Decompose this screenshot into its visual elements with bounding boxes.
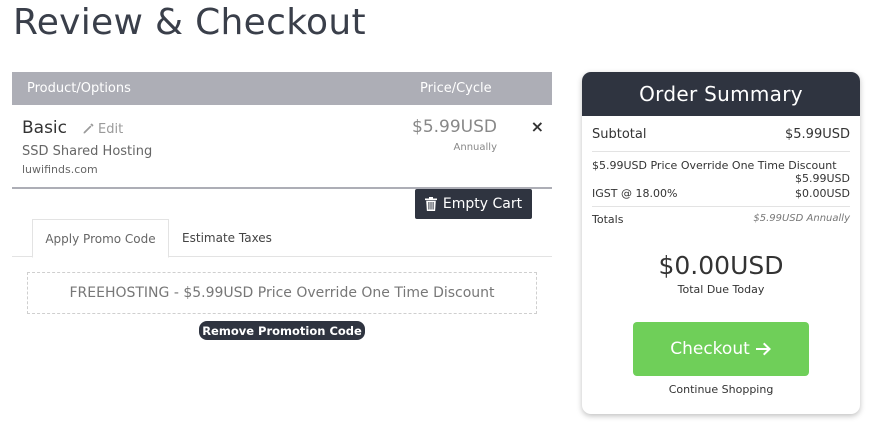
cart-item-row: Basic Edit SSD Shared Hosting luwifinds.… <box>12 105 552 189</box>
trash-icon <box>424 197 437 211</box>
tax-row: IGST @ 18.00% $0.00USD <box>592 185 850 207</box>
applied-promo-code: FREEHOSTING - $5.99USD Price Override On… <box>27 272 537 314</box>
remove-promotion-code-button[interactable]: Remove Promotion Code <box>199 321 365 340</box>
product-name: Basic <box>22 118 68 138</box>
edit-link[interactable]: Edit <box>82 122 123 137</box>
arrow-right-icon <box>755 342 771 356</box>
total-due-label: Total Due Today <box>677 283 765 296</box>
tab-apply-promo-code[interactable]: Apply Promo Code <box>32 219 169 258</box>
total-due-amount: $0.00USD <box>658 251 784 280</box>
product-group: SSD Shared Hosting <box>22 144 153 159</box>
checkout-button[interactable]: Checkout <box>633 322 809 376</box>
tax-label: IGST @ 18.00% <box>592 187 678 200</box>
subtotal-value: $5.99USD <box>785 127 850 142</box>
page-title: Review & Checkout <box>13 2 366 43</box>
promo-tax-tabs: Apply Promo Code Estimate Taxes <box>12 219 552 258</box>
totals-value: $5.99USD Annually <box>753 213 850 224</box>
column-header-product: Product/Options <box>27 81 131 96</box>
column-header-price: Price/Cycle <box>420 81 492 96</box>
tax-value: $0.00USD <box>795 187 850 200</box>
tab-estimate-taxes[interactable]: Estimate Taxes <box>177 219 277 256</box>
totals-row: Totals $5.99USD Annually <box>592 207 850 226</box>
empty-cart-label: Empty Cart <box>442 196 523 212</box>
empty-cart-button[interactable]: Empty Cart <box>415 189 532 219</box>
discount-value: $5.99USD <box>795 172 850 185</box>
discount-label: $5.99USD Price Override One Time Discoun… <box>592 159 837 172</box>
continue-shopping-link[interactable]: Continue Shopping <box>592 383 850 396</box>
cart-table-header: Product/Options Price/Cycle <box>12 72 552 105</box>
subtotal-label: Subtotal <box>592 127 647 142</box>
pencil-icon <box>83 123 94 134</box>
item-cycle: Annually <box>453 142 497 153</box>
checkout-label: Checkout <box>670 339 750 359</box>
cart-table: Product/Options Price/Cycle Basic Edit S… <box>12 72 552 189</box>
product-domain: luwifinds.com <box>22 163 98 176</box>
subtotal-row: Subtotal $5.99USD <box>592 116 850 152</box>
item-price: $5.99USD <box>412 117 497 137</box>
order-summary-title: Order Summary <box>582 72 860 116</box>
totals-label: Totals <box>592 213 624 226</box>
order-summary-panel: Order Summary Subtotal $5.99USD $5.99USD… <box>582 72 860 414</box>
remove-item-icon[interactable]: × <box>531 117 544 136</box>
edit-label: Edit <box>98 122 124 137</box>
